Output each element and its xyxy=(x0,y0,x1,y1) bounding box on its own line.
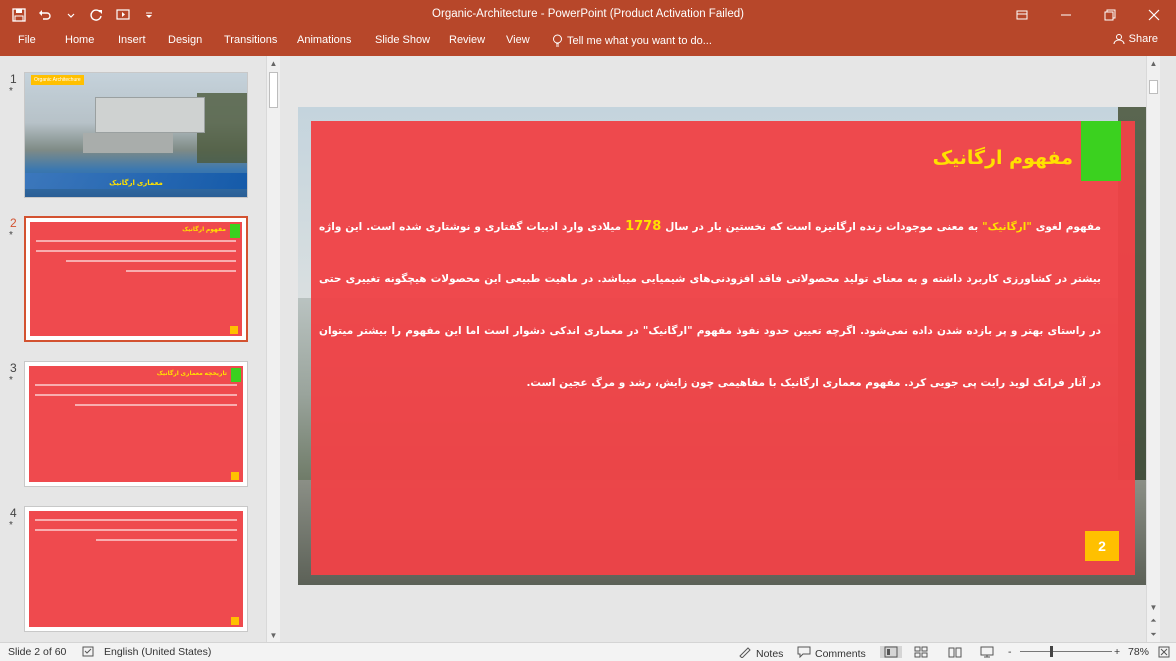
title-bar: Organic-Architecture - PowerPoint (Produ… xyxy=(0,0,1176,30)
animation-star-icon: * xyxy=(9,230,13,241)
thumbnail-scrollbar[interactable]: ▲ ▼ xyxy=(266,56,280,642)
tell-me-text: Tell me what you want to do... xyxy=(567,34,712,47)
scroll-up-icon[interactable]: ▲ xyxy=(267,56,280,70)
zoom-slider[interactable] xyxy=(1020,651,1112,652)
notes-label: Notes xyxy=(756,647,784,660)
zoom-slider-thumb[interactable] xyxy=(1050,646,1053,657)
house-shape xyxy=(95,97,205,133)
spellcheck-icon[interactable] xyxy=(82,646,94,657)
slide-sorter-icon[interactable] xyxy=(914,646,928,658)
slide-counter[interactable]: Slide 2 of 60 xyxy=(8,646,66,658)
thumbnail-number: 2 xyxy=(10,216,17,230)
slide-body-text[interactable]: مفهوم لغوی "ارگانیک" به معنی موجودات زند… xyxy=(319,201,1101,409)
thumbnail-number: 1 xyxy=(10,72,17,86)
tab-home[interactable]: Home xyxy=(61,34,98,46)
thumbnail-number: 3 xyxy=(10,361,17,375)
zoom-level[interactable]: 78% xyxy=(1128,646,1149,658)
body-text-2: به معنی موجودات زنده ارگانیزه است که نخس… xyxy=(661,221,983,233)
ribbon-display-options-icon[interactable] xyxy=(1000,0,1044,30)
share-label: Share xyxy=(1128,33,1158,45)
tab-insert[interactable]: Insert xyxy=(114,34,150,46)
slide-editing-area: مفهوم ارگانیک مفهوم لغوی "ارگانیک" به مع… xyxy=(283,56,1160,642)
window-controls xyxy=(1000,0,1176,30)
thumbnail-image[interactable]: مفهوم ارگانیک xyxy=(24,216,248,342)
red-content-panel: مفهوم ارگانیک مفهوم لغوی "ارگانیک" به مع… xyxy=(311,121,1135,575)
body-highlight: "ارگانیک" xyxy=(982,221,1032,233)
body-text-1: مفهوم لغوی xyxy=(1031,221,1101,233)
person-icon xyxy=(1113,34,1125,45)
slide-page-number: 2 xyxy=(1085,531,1119,561)
tab-animations[interactable]: Animations xyxy=(293,34,355,46)
notes-button[interactable]: Notes xyxy=(738,646,783,661)
animation-star-icon: * xyxy=(9,520,13,531)
previous-slide-icon[interactable]: ⏶ xyxy=(1147,614,1160,628)
page-badge xyxy=(231,472,239,480)
page-badge xyxy=(231,617,239,625)
slide-title[interactable]: مفهوم ارگانیک xyxy=(933,147,1073,169)
text-lines xyxy=(35,519,237,549)
minimize-icon[interactable] xyxy=(1044,0,1088,30)
notes-icon xyxy=(738,646,752,661)
tab-transitions[interactable]: Transitions xyxy=(220,34,281,46)
page-badge xyxy=(230,326,238,334)
status-bar: Slide 2 of 60 English (United States) No… xyxy=(0,642,1176,661)
slideshow-view-icon[interactable] xyxy=(980,646,994,658)
scroll-up-icon[interactable]: ▲ xyxy=(1147,56,1160,70)
tell-me-box[interactable]: Tell me what you want to do... xyxy=(552,34,712,47)
scroll-down-icon[interactable]: ▼ xyxy=(267,628,280,642)
zoom-out-button[interactable]: - xyxy=(1008,646,1012,658)
green-block xyxy=(231,368,241,382)
animation-star-icon: * xyxy=(9,86,13,97)
lightbulb-icon xyxy=(553,34,562,47)
green-accent-block xyxy=(1081,121,1121,181)
current-slide[interactable]: مفهوم ارگانیک مفهوم لغوی "ارگانیک" به مع… xyxy=(298,107,1148,585)
tab-view[interactable]: View xyxy=(502,34,534,46)
scroll-down-icon[interactable]: ▼ xyxy=(1147,600,1160,614)
fit-to-window-icon[interactable] xyxy=(1158,646,1170,658)
next-slide-icon[interactable]: ⏷ xyxy=(1147,628,1160,642)
house-base-shape xyxy=(83,133,173,153)
thumbnail-title: معماری ارگانیک xyxy=(109,180,163,187)
tab-file[interactable]: File xyxy=(14,34,40,46)
text-lines xyxy=(35,384,237,414)
body-text-3: میلادی وارد ادبیات گفتاری و نوشتاری شده … xyxy=(319,221,1101,389)
thumbnail-image[interactable] xyxy=(24,506,248,632)
comments-label: Comments xyxy=(815,647,866,660)
normal-view-icon[interactable] xyxy=(880,646,902,658)
ribbon-tabs: File Home Insert Design Transitions Anim… xyxy=(0,30,1176,56)
scrollbar-thumb[interactable] xyxy=(269,72,278,108)
thumbnail-label: Organic Architechure xyxy=(31,75,84,85)
text-lines xyxy=(36,240,236,280)
thumbnail-title: مفهوم ارگانیک xyxy=(182,227,226,233)
scrollbar-thumb[interactable] xyxy=(1149,80,1158,94)
body-year: 1778 xyxy=(625,219,662,234)
tab-design[interactable]: Design xyxy=(164,34,206,46)
share-button[interactable]: Share xyxy=(1113,33,1158,45)
thumbnail-image[interactable]: Organic Architechure معماری ارگانیک xyxy=(24,72,248,198)
restore-icon[interactable] xyxy=(1088,0,1132,30)
language-indicator[interactable]: English (United States) xyxy=(104,646,211,658)
tab-slide-show[interactable]: Slide Show xyxy=(371,34,434,46)
zoom-in-button[interactable]: + xyxy=(1114,646,1120,658)
tab-review[interactable]: Review xyxy=(445,34,489,46)
green-block xyxy=(230,224,240,238)
animation-star-icon: * xyxy=(9,375,13,386)
thumbnail-title: تاریخچه معماری ارگانیک xyxy=(156,371,227,377)
reading-view-icon[interactable] xyxy=(948,646,962,658)
slide-thumbnail-pane: 1 * Organic Architechure معماری ارگانیک … xyxy=(0,56,282,642)
thumbnail-image[interactable]: تاریخچه معماری ارگانیک xyxy=(24,361,248,487)
slide-scrollbar[interactable]: ▲ ▼ ⏶ ⏷ xyxy=(1146,56,1160,642)
close-icon[interactable] xyxy=(1132,0,1176,30)
comment-icon xyxy=(797,646,811,661)
thumbnail-number: 4 xyxy=(10,506,17,520)
comments-button[interactable]: Comments xyxy=(797,646,866,661)
